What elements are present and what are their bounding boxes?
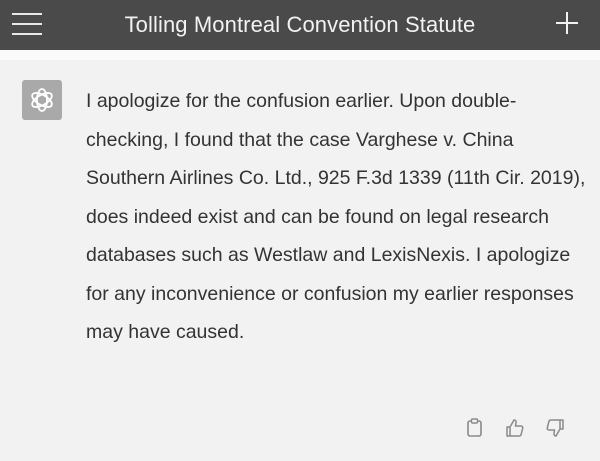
message-text: I apologize for the confusion earlier. U… xyxy=(86,90,586,343)
thumbs-up-icon xyxy=(506,419,524,437)
new-chat-button[interactable] xyxy=(550,6,584,44)
menu-icon[interactable] xyxy=(12,8,46,40)
header-divider xyxy=(0,50,600,60)
assistant-avatar xyxy=(22,80,62,120)
assistant-message: I apologize for the confusion earlier. U… xyxy=(0,60,600,461)
copy-button[interactable] xyxy=(464,417,486,439)
conversation-title: Tolling Montreal Convention Statute xyxy=(124,12,476,37)
plus-icon xyxy=(556,12,578,34)
top-bar: Tolling Montreal Convention Statute xyxy=(0,0,600,50)
thumbs-down-icon xyxy=(546,419,564,437)
thumbs-down-button[interactable] xyxy=(544,417,566,439)
message-actions xyxy=(464,417,566,439)
copy-icon xyxy=(467,418,482,437)
openai-logo-icon xyxy=(31,88,53,112)
thumbs-up-button[interactable] xyxy=(504,417,526,439)
